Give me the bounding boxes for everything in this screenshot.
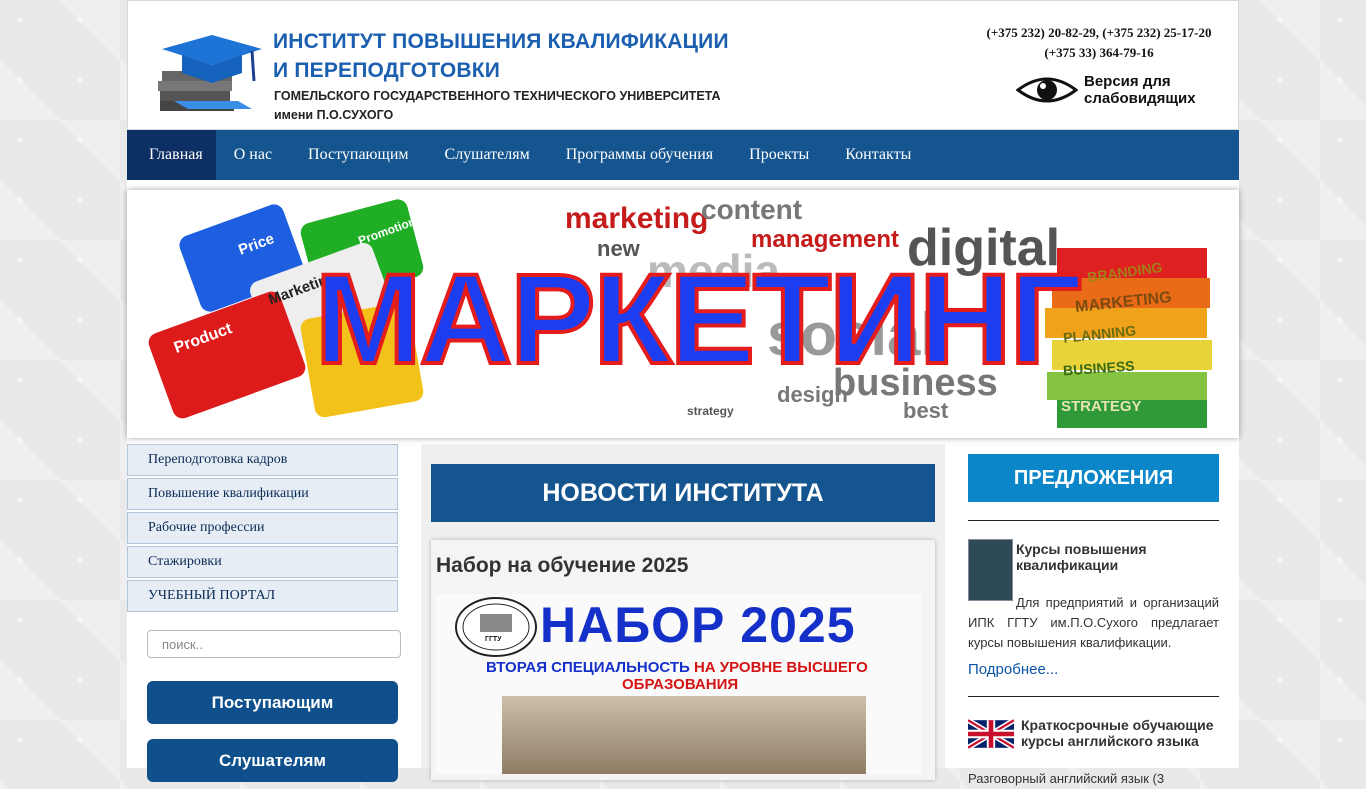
university-subtitle: ГОМЕЛЬСКОГО ГОСУДАРСТВЕННОГО ТЕХНИЧЕСКОГ… <box>274 87 721 125</box>
news-card: Набор на обучение 2025 ГГТУ НАБОР 2025 В… <box>431 540 935 780</box>
offer-text-courses: Для предприятий и организаций ИПК ГГТУ и… <box>968 595 1219 650</box>
phones-line2: (+375 33) 364-79-16 <box>1044 45 1154 60</box>
sidebar-item-working-professions[interactable]: Рабочие профессии <box>127 512 398 544</box>
institute-title-line1: ИНСТИТУТ ПОВЫШЕНИЯ КВАЛИФИКАЦИИ <box>273 30 729 53</box>
institute-title-line2: И ПЕРЕПОДГОТОВКИ <box>273 59 501 82</box>
news-item-image[interactable]: ГГТУ НАБОР 2025 ВТОРАЯ СПЕЦИАЛЬНОСТЬ НА … <box>436 594 921 774</box>
divider <box>968 696 1219 697</box>
nav-item-about[interactable]: О нас <box>216 130 290 180</box>
phone-numbers: (+375 232) 20-82-29, (+375 232) 25-17-20… <box>979 23 1219 63</box>
university-seal-icon <box>455 597 537 657</box>
students-photo <box>502 696 866 774</box>
nav-item-applicants[interactable]: Поступающим <box>290 130 426 180</box>
nav-item-contacts[interactable]: Контакты <box>827 130 929 180</box>
offer-item-courses: Курсы повышения квалификации Для предпри… <box>968 539 1219 678</box>
cloud-word-best: best <box>903 398 949 423</box>
low-vision-label: Версия для слабовидящих <box>1084 73 1196 107</box>
left-sidebar: Переподготовка кадров Повышение квалифик… <box>127 444 417 782</box>
main-navigation: Главная О нас Поступающим Слушателям Про… <box>127 130 1239 180</box>
offer-text-english: Разговорный английский язык (3 <box>968 771 1165 786</box>
nabor-subline2: ОБРАЗОВАНИЯ <box>622 676 739 693</box>
offers-header: ПРЕДЛОЖЕНИЯ <box>968 454 1219 502</box>
offer-title-courses[interactable]: Курсы повышения квалификации <box>1016 539 1219 573</box>
nav-item-programs[interactable]: Программы обучения <box>548 130 731 180</box>
nabor-headline: НАБОР 2025 <box>540 597 856 653</box>
phones-line1: (+375 232) 20-82-29, (+375 232) 25-17-20 <box>986 25 1212 40</box>
cloud-word-content: content <box>701 194 803 225</box>
students-button[interactable]: Слушателям <box>147 739 398 782</box>
nabor-subline1-a: ВТОРАЯ СПЕЦИАЛЬНОСТЬ <box>486 659 690 676</box>
low-vision-line2: слабовидящих <box>1084 90 1196 107</box>
sidebar-item-retraining[interactable]: Переподготовка кадров <box>127 444 398 476</box>
sidebar-item-internships[interactable]: Стажировки <box>127 546 398 578</box>
book-strategy: STRATEGY <box>1061 398 1142 415</box>
offer-title-english[interactable]: Краткосрочные обучающие курсы английског… <box>1021 715 1219 749</box>
sidebar-item-learning-portal[interactable]: УЧЕБНЫЙ ПОРТАЛ <box>127 580 398 612</box>
institute-title[interactable]: ИНСТИТУТ ПОВЫШЕНИЯ КВАЛИФИКАЦИИ И ПЕРЕПО… <box>273 27 729 85</box>
applicants-button[interactable]: Поступающим <box>147 681 398 724</box>
nabor-subline1: ВТОРАЯ СПЕЦИАЛЬНОСТЬ НА УРОВНЕ ВЫСШЕГО <box>486 659 868 676</box>
sidebar-item-qualification[interactable]: Повышение квалификации <box>127 478 398 510</box>
news-section: НОВОСТИ ИНСТИТУТА Набор на обучение 2025… <box>421 444 945 780</box>
search-input[interactable] <box>147 630 401 658</box>
graduation-cap-books-icon <box>158 35 262 111</box>
nav-item-students[interactable]: Слушателям <box>427 130 548 180</box>
eye-icon <box>1016 77 1078 103</box>
low-vision-line1: Версия для <box>1084 73 1171 90</box>
nav-item-projects[interactable]: Проекты <box>731 130 827 180</box>
offer-item-english: Краткосрочные обучающие курсы английског… <box>968 715 1219 789</box>
offers-section: ПРЕДЛОЖЕНИЯ Курсы повышения квалификации… <box>968 454 1219 789</box>
course-book-thumbnail <box>968 539 1013 601</box>
seal-text: ГГТУ <box>485 636 502 643</box>
offer-more-link[interactable]: Подробнее... <box>968 661 1219 678</box>
university-subtitle-line2: имени П.О.СУХОГО <box>274 108 394 122</box>
news-item-title[interactable]: Набор на обучение 2025 <box>436 554 688 578</box>
banner-title: МАРКЕТИНГ <box>313 248 1084 391</box>
site-header: ИНСТИТУТ ПОВЫШЕНИЯ КВАЛИФИКАЦИИ И ПЕРЕПО… <box>127 0 1239 130</box>
news-header: НОВОСТИ ИНСТИТУТА <box>431 464 935 522</box>
cloud-word-strategy: strategy <box>687 404 734 418</box>
uk-flag-icon <box>968 717 1014 751</box>
cloud-word-marketing: marketing <box>565 202 709 235</box>
university-subtitle-line1: ГОМЕЛЬСКОГО ГОСУДАРСТВЕННОГО ТЕХНИЧЕСКОГ… <box>274 89 721 103</box>
nabor-subline1-b: НА УРОВНЕ ВЫСШЕГО <box>693 659 868 676</box>
low-vision-version-link[interactable]: Версия для слабовидящих <box>1016 71 1196 109</box>
divider <box>968 520 1219 521</box>
page-container: ИНСТИТУТ ПОВЫШЕНИЯ КВАЛИФИКАЦИИ И ПЕРЕПО… <box>127 0 1239 786</box>
nav-item-home[interactable]: Главная <box>127 130 216 180</box>
marketing-banner[interactable]: marketing content management media socia… <box>127 190 1239 438</box>
